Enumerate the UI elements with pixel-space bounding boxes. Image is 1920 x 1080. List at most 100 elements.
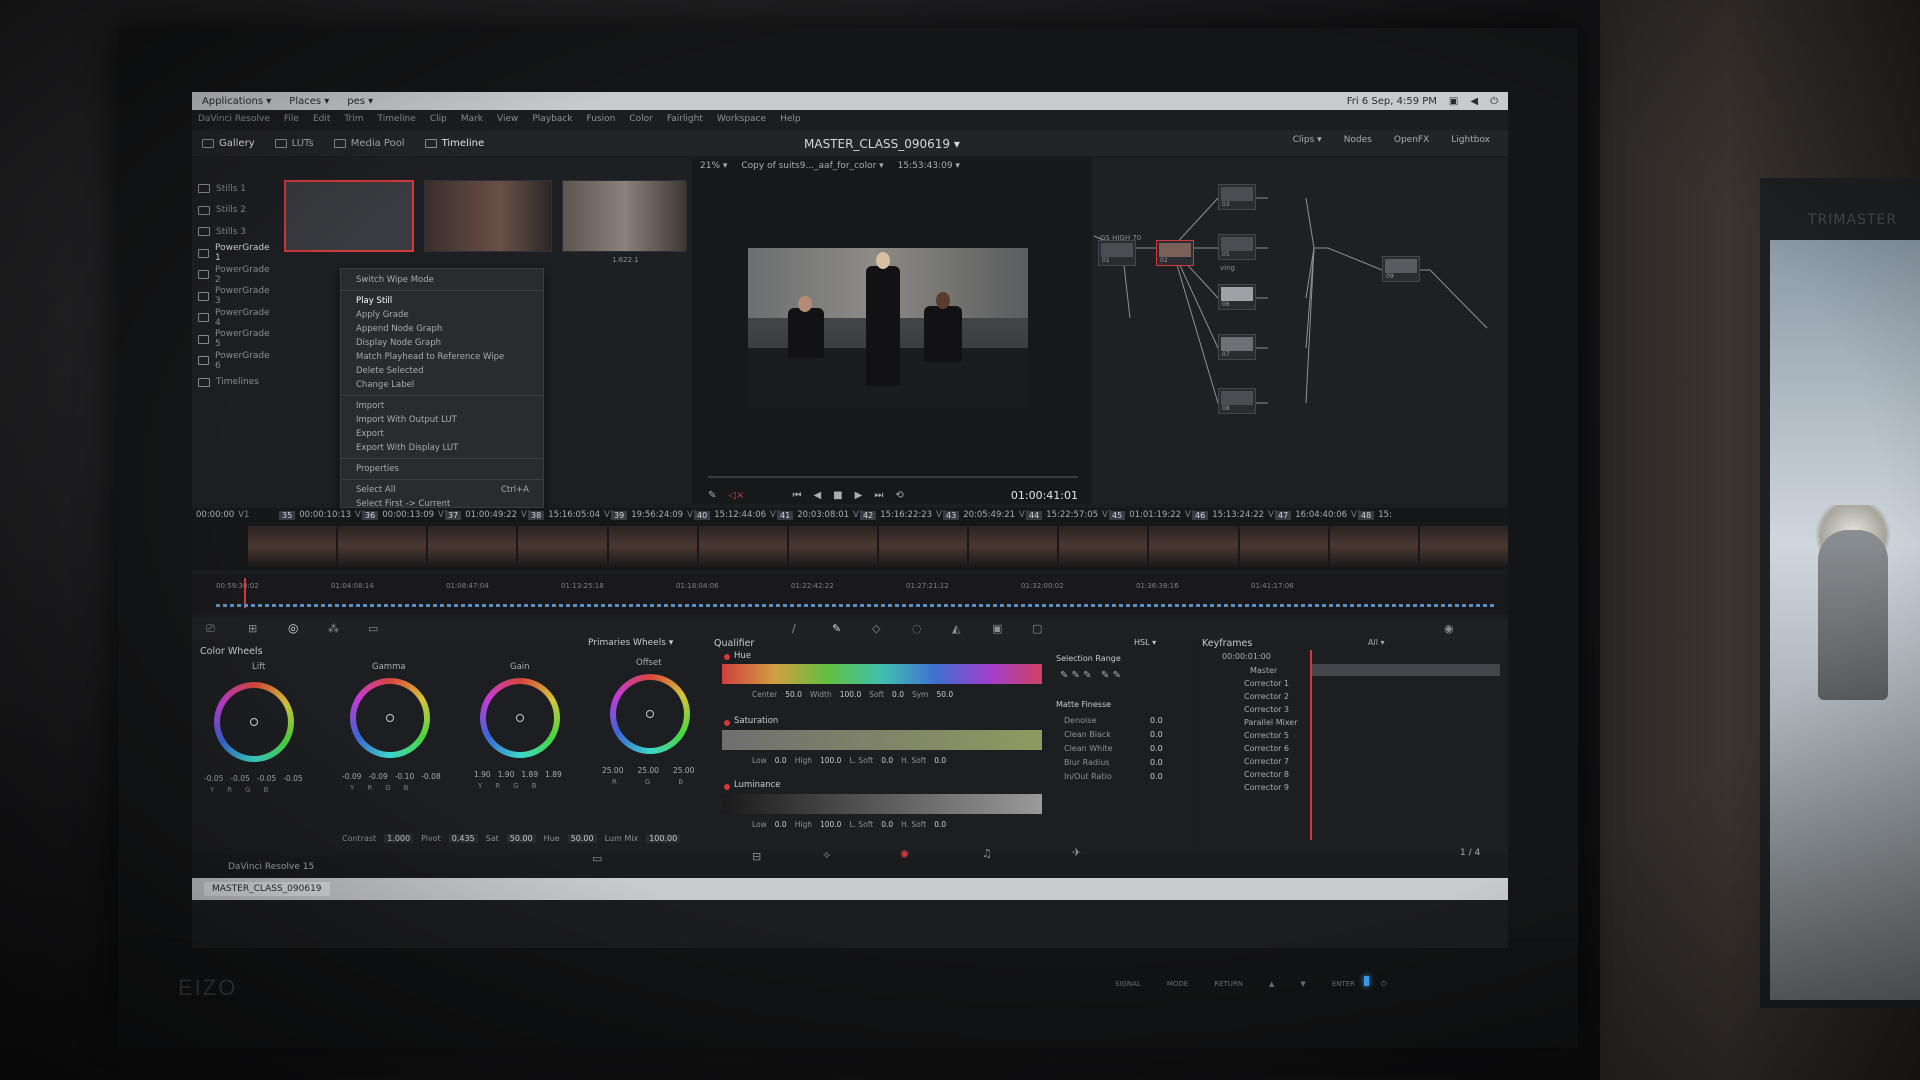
saturation-range-bar[interactable]: [722, 730, 1042, 750]
sat-field[interactable]: 50.00: [506, 834, 536, 843]
row-value[interactable]: 0.0: [1150, 730, 1184, 739]
album-item[interactable]: PowerGrade 2: [192, 264, 272, 286]
clip-thumbnail[interactable]: [1419, 526, 1508, 566]
hue-center-field[interactable]: 50.0: [785, 690, 802, 699]
sat-high-field[interactable]: 100.0: [820, 756, 841, 765]
saturation-enable-dot[interactable]: [724, 720, 730, 726]
menu-item[interactable]: Fusion: [587, 114, 616, 128]
menu-play-still[interactable]: Play Still: [341, 294, 543, 308]
media-page-icon[interactable]: ▭: [592, 852, 602, 865]
value[interactable]: -0.05: [257, 774, 276, 783]
clip-info[interactable]: 00:00:00 V1: [196, 510, 279, 520]
album-item[interactable]: PowerGrade 3: [192, 286, 272, 308]
value[interactable]: 25.00: [673, 766, 694, 775]
sizing-icon[interactable]: ▢: [1032, 622, 1042, 635]
clip-info[interactable]: 45 01:01:19:22 V1: [1109, 510, 1196, 520]
keyframe-row[interactable]: Corrector 8: [1198, 768, 1308, 781]
master-keyframe-track[interactable]: [1310, 664, 1500, 676]
album-item[interactable]: Stills 1: [192, 178, 272, 200]
value[interactable]: -0.05: [230, 774, 249, 783]
still-thumbnail[interactable]: [424, 180, 552, 252]
clip-thumbnail[interactable]: [1329, 526, 1418, 566]
clip-thumbnail[interactable]: [1239, 526, 1328, 566]
clip-info[interactable]: 48 15:: [1358, 510, 1441, 520]
hue-enable-dot[interactable]: [724, 654, 730, 660]
clip-info[interactable]: 47 16:04:40:06 V1: [1275, 510, 1362, 520]
menu-item[interactable]: Clip: [430, 114, 447, 128]
menu-switch-wipe-mode[interactable]: Switch Wipe Mode: [341, 273, 543, 287]
clip-info[interactable]: 36 00:00:13:09 V1: [362, 510, 449, 520]
value[interactable]: 25.00: [637, 766, 658, 775]
clip-thumbnail[interactable]: [1149, 526, 1238, 566]
openfx-button[interactable]: OpenFX: [1394, 135, 1429, 145]
menu-match-playhead[interactable]: Match Playhead to Reference Wipe: [341, 350, 543, 364]
menu-item[interactable]: DaVinci Resolve: [198, 114, 270, 128]
clip-info[interactable]: 39 19:56:24:09 V1: [611, 510, 698, 520]
album-item[interactable]: PowerGrade 5: [192, 329, 272, 351]
menu-export[interactable]: Export: [341, 427, 543, 441]
key-icon[interactable]: ▣: [992, 622, 1002, 635]
hue-field[interactable]: 50.00: [567, 834, 597, 843]
sat-hsoft-field[interactable]: 0.0: [934, 756, 946, 765]
clip-thumbnail[interactable]: [248, 526, 337, 566]
clip-info[interactable]: 41 20:03:08:01 V1: [777, 510, 864, 520]
skip-end-icon[interactable]: ⏭: [874, 490, 883, 501]
node-09[interactable]: 09: [1382, 256, 1420, 282]
gain-wheel[interactable]: [480, 678, 560, 758]
value[interactable]: -0.05: [283, 774, 302, 783]
project-title[interactable]: MASTER_CLASS_090619 ▾: [804, 137, 960, 151]
value[interactable]: -0.05: [204, 774, 223, 783]
play-icon[interactable]: ▶: [855, 490, 863, 501]
clip-thumbnail[interactable]: [878, 526, 968, 566]
sat-lsoft-field[interactable]: 0.0: [881, 756, 893, 765]
still-thumbnail-selected[interactable]: [284, 180, 414, 252]
value[interactable]: -0.10: [395, 772, 414, 781]
clip-info[interactable]: 38 15:16:05:04 V1: [528, 510, 615, 520]
pivot-field[interactable]: 0.435: [448, 834, 478, 843]
picker-icons[interactable]: ✎ ✎ ✎ ✎ ✎: [1060, 670, 1121, 681]
clip-thumbnail[interactable]: [608, 526, 697, 566]
edit-page-icon[interactable]: ⊟: [752, 850, 761, 863]
wand-icon[interactable]: ✎: [708, 490, 716, 501]
motion-effects-icon[interactable]: ▭: [368, 622, 378, 635]
curves-icon[interactable]: ∕: [792, 622, 796, 635]
row-value[interactable]: 0.0: [1150, 758, 1184, 767]
clip-thumbnail[interactable]: [788, 526, 877, 566]
value[interactable]: 1.89: [521, 770, 538, 779]
wheels-mode-select[interactable]: Primaries Wheels ▾: [588, 638, 673, 648]
monitor-button[interactable]: MODE: [1167, 980, 1188, 989]
clip-info[interactable]: 35 00:00:10:13 V1: [279, 510, 366, 520]
volume-icon[interactable]: ◀: [1470, 96, 1478, 107]
row-value[interactable]: 0.0: [1150, 716, 1184, 725]
clock[interactable]: Fri 6 Sep, 4:59 PM: [1347, 96, 1437, 107]
monitor-button[interactable]: ▼: [1300, 980, 1305, 989]
value[interactable]: -0.09: [342, 772, 361, 781]
skip-start-icon[interactable]: ⏮: [792, 490, 801, 501]
monitor-button[interactable]: ▲: [1269, 980, 1274, 989]
value[interactable]: -0.09: [368, 772, 387, 781]
hue-range-bar[interactable]: [722, 664, 1042, 684]
wheel-handle[interactable]: [250, 718, 258, 726]
window-icon[interactable]: ◇: [872, 622, 880, 635]
menu-item[interactable]: Edit: [313, 114, 330, 128]
wheel-handle[interactable]: [646, 710, 654, 718]
node-03[interactable]: 03: [1218, 184, 1256, 210]
keyframe-row[interactable]: Corrector 5: [1198, 729, 1308, 742]
luts-button[interactable]: LUTs: [265, 132, 324, 154]
camera-raw-icon[interactable]: ⎚: [206, 622, 215, 636]
qualifier-icon[interactable]: ✎: [832, 622, 841, 635]
loop-icon[interactable]: ⟲: [895, 490, 903, 501]
places-menu[interactable]: Places ▾: [289, 96, 329, 107]
album-item[interactable]: Stills 3: [192, 221, 272, 243]
monitor-button[interactable]: SIGNAL: [1115, 980, 1141, 989]
menu-import[interactable]: Import: [341, 399, 543, 413]
tracker-icon[interactable]: ◌: [912, 622, 922, 635]
menu-item[interactable]: Timeline: [378, 114, 416, 128]
menu-item[interactable]: Help: [780, 114, 801, 128]
fusion-page-icon[interactable]: ✧: [822, 849, 831, 862]
power-icon[interactable]: ⏻: [1490, 96, 1498, 107]
menu-item[interactable]: Trim: [344, 114, 363, 128]
power-button[interactable]: ⏻: [1381, 980, 1387, 989]
contrast-field[interactable]: 1.000: [384, 834, 414, 843]
menu-import-output-lut[interactable]: Import With Output LUT: [341, 413, 543, 427]
